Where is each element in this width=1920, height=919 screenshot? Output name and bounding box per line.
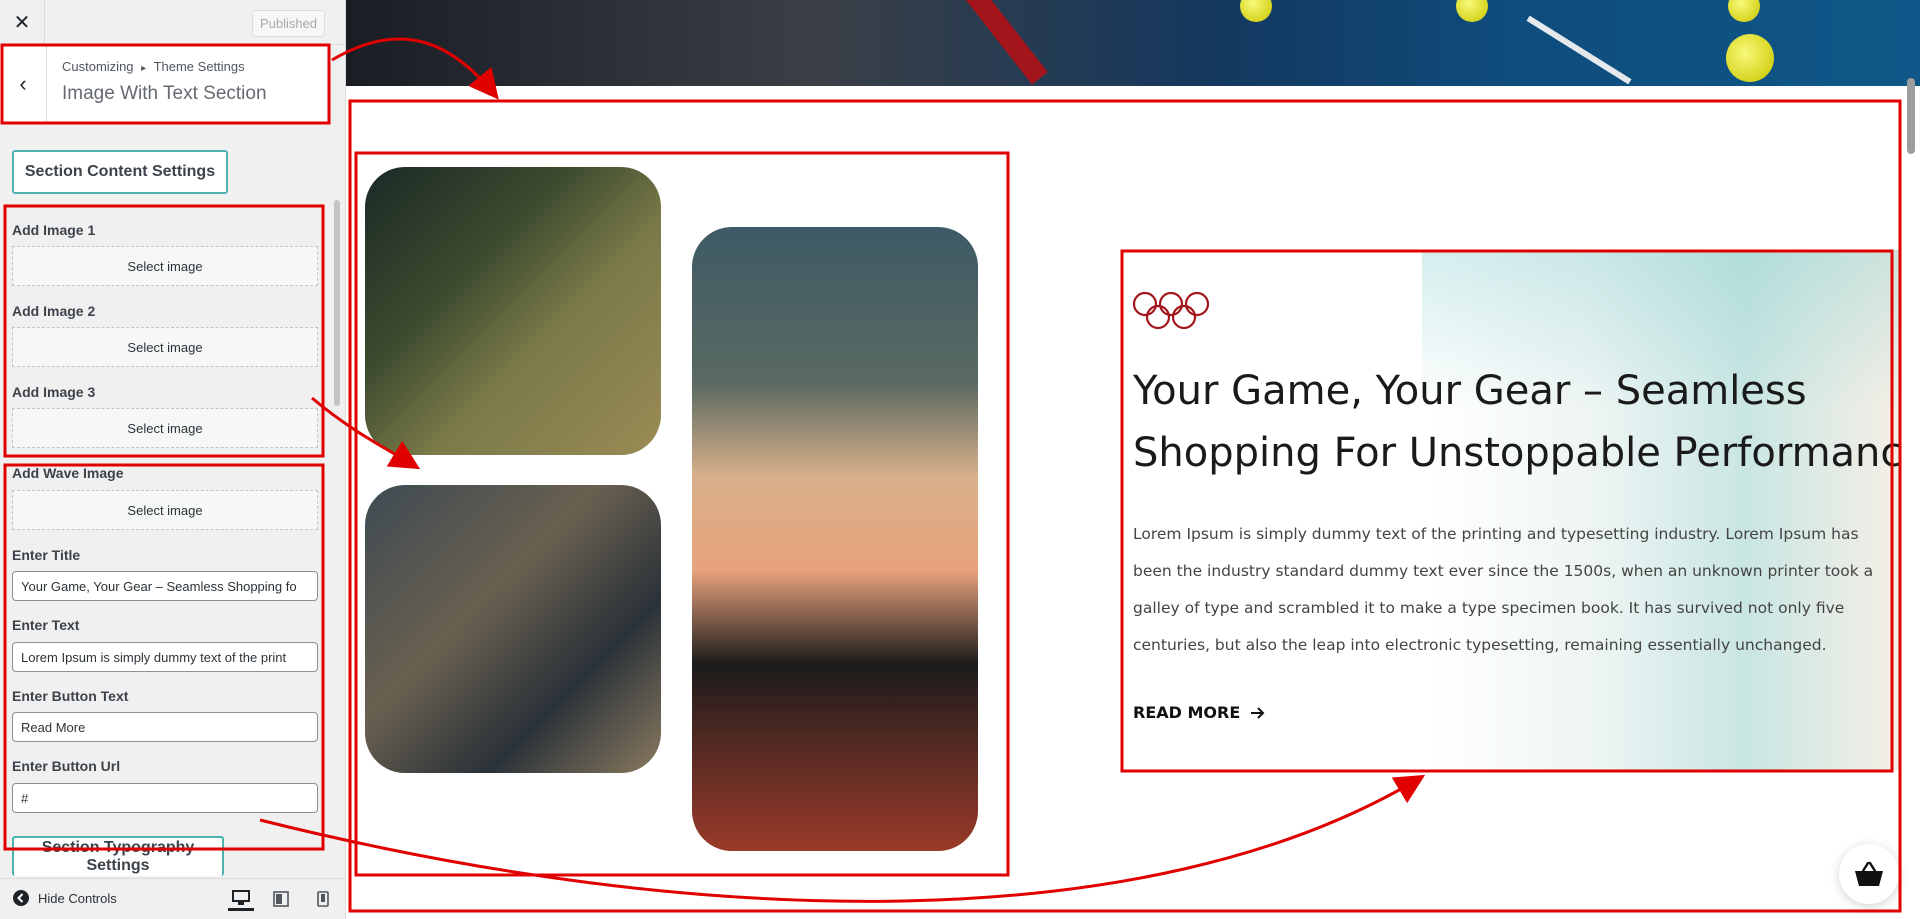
cart-button[interactable] <box>1839 844 1899 904</box>
breadcrumb: Customizing ▸ Theme Settings <box>62 59 245 74</box>
sidebar-scrollbar-thumb[interactable] <box>334 200 340 406</box>
section-title-heading: Your Game, Your Gear – Seamless Shopping… <box>1133 360 1900 484</box>
section-image-1 <box>365 167 661 455</box>
tablet-icon <box>273 891 289 907</box>
tennis-ball <box>1456 0 1488 22</box>
section-image-3 <box>692 227 978 851</box>
tennis-ball <box>1240 0 1272 22</box>
hero-banner-image <box>346 0 1920 86</box>
enter-button-text-label: Enter Button Text <box>12 688 129 704</box>
section-content-settings-button[interactable]: Section Content Settings <box>12 150 228 194</box>
button-url-input[interactable]: # <box>12 783 318 813</box>
chevron-left-icon: ‹ <box>19 71 27 96</box>
enter-text-label: Enter Text <box>12 617 80 633</box>
title-input[interactable]: Your Game, Your Gear – Seamless Shopping… <box>12 571 318 601</box>
breadcrumb-parent: Theme Settings <box>153 59 245 74</box>
add-image-1-label: Add Image 1 <box>12 222 96 238</box>
section-title: Image With Text Section <box>62 83 267 104</box>
customizer-sidebar: ✕ Published ‹ Customizing ▸ Theme Settin… <box>0 0 346 919</box>
tennis-ball <box>1728 0 1760 22</box>
hide-controls-button[interactable]: Hide Controls <box>12 889 117 907</box>
device-tablet-button[interactable] <box>268 887 294 911</box>
customizer-topbar: ✕ Published <box>0 0 345 45</box>
title-line-2: Shopping For Unstoppable Performance. <box>1133 430 1900 476</box>
desktop-icon <box>232 889 250 905</box>
text-input[interactable]: Lorem Ipsum is simply dummy text of the … <box>12 642 318 672</box>
button-text-input[interactable]: Read More <box>12 712 318 742</box>
breadcrumb-separator: ▸ <box>141 63 147 74</box>
read-more-button[interactable]: READ MORE <box>1133 703 1266 722</box>
close-icon: ✕ <box>13 12 31 34</box>
title-line-1: Your Game, Your Gear – Seamless <box>1133 368 1807 414</box>
close-customizer-button[interactable]: ✕ <box>0 0 45 45</box>
customizer-footer: Hide Controls <box>0 878 345 919</box>
select-image-2-button[interactable]: Select image <box>12 327 318 367</box>
site-preview: Your Game, Your Gear – Seamless Shopping… <box>346 0 1920 919</box>
back-button[interactable]: ‹ <box>0 45 47 123</box>
breadcrumb-root: Customizing <box>62 59 134 74</box>
published-button[interactable]: Published <box>252 10 325 37</box>
preview-scrollbar-thumb[interactable] <box>1907 78 1915 154</box>
mobile-icon <box>317 891 329 907</box>
add-wave-image-label: Add Wave Image <box>12 465 124 481</box>
section-header: ‹ Customizing ▸ Theme Settings Image Wit… <box>0 45 330 123</box>
tennis-ball <box>1726 34 1774 82</box>
arrow-right-icon <box>1251 706 1265 719</box>
select-image-3-button[interactable]: Select image <box>12 408 318 448</box>
collapse-arrow-icon <box>13 890 29 906</box>
hide-controls-label: Hide Controls <box>38 890 117 906</box>
add-image-2-label: Add Image 2 <box>12 303 96 319</box>
select-wave-image-button[interactable]: Select image <box>12 490 318 530</box>
basket-icon <box>1855 861 1883 886</box>
olympic-rings-icon <box>1133 291 1210 330</box>
read-more-label: READ MORE <box>1133 703 1241 722</box>
section-typography-settings-button[interactable]: Section Typography Settings <box>12 836 224 876</box>
enter-button-url-label: Enter Button Url <box>12 758 121 774</box>
enter-title-label: Enter Title <box>12 547 81 563</box>
hero-decor <box>964 0 1048 85</box>
section-body-text: Lorem Ipsum is simply dummy text of the … <box>1133 525 1874 654</box>
add-image-3-label: Add Image 3 <box>12 384 96 400</box>
hero-court-line <box>1526 15 1632 85</box>
device-desktop-button[interactable] <box>228 887 254 911</box>
text-card: Your Game, Your Gear – Seamless Shopping… <box>1122 250 1900 770</box>
section-image-2 <box>365 485 661 773</box>
device-mobile-button[interactable] <box>310 887 336 911</box>
select-image-1-button[interactable]: Select image <box>12 246 318 286</box>
